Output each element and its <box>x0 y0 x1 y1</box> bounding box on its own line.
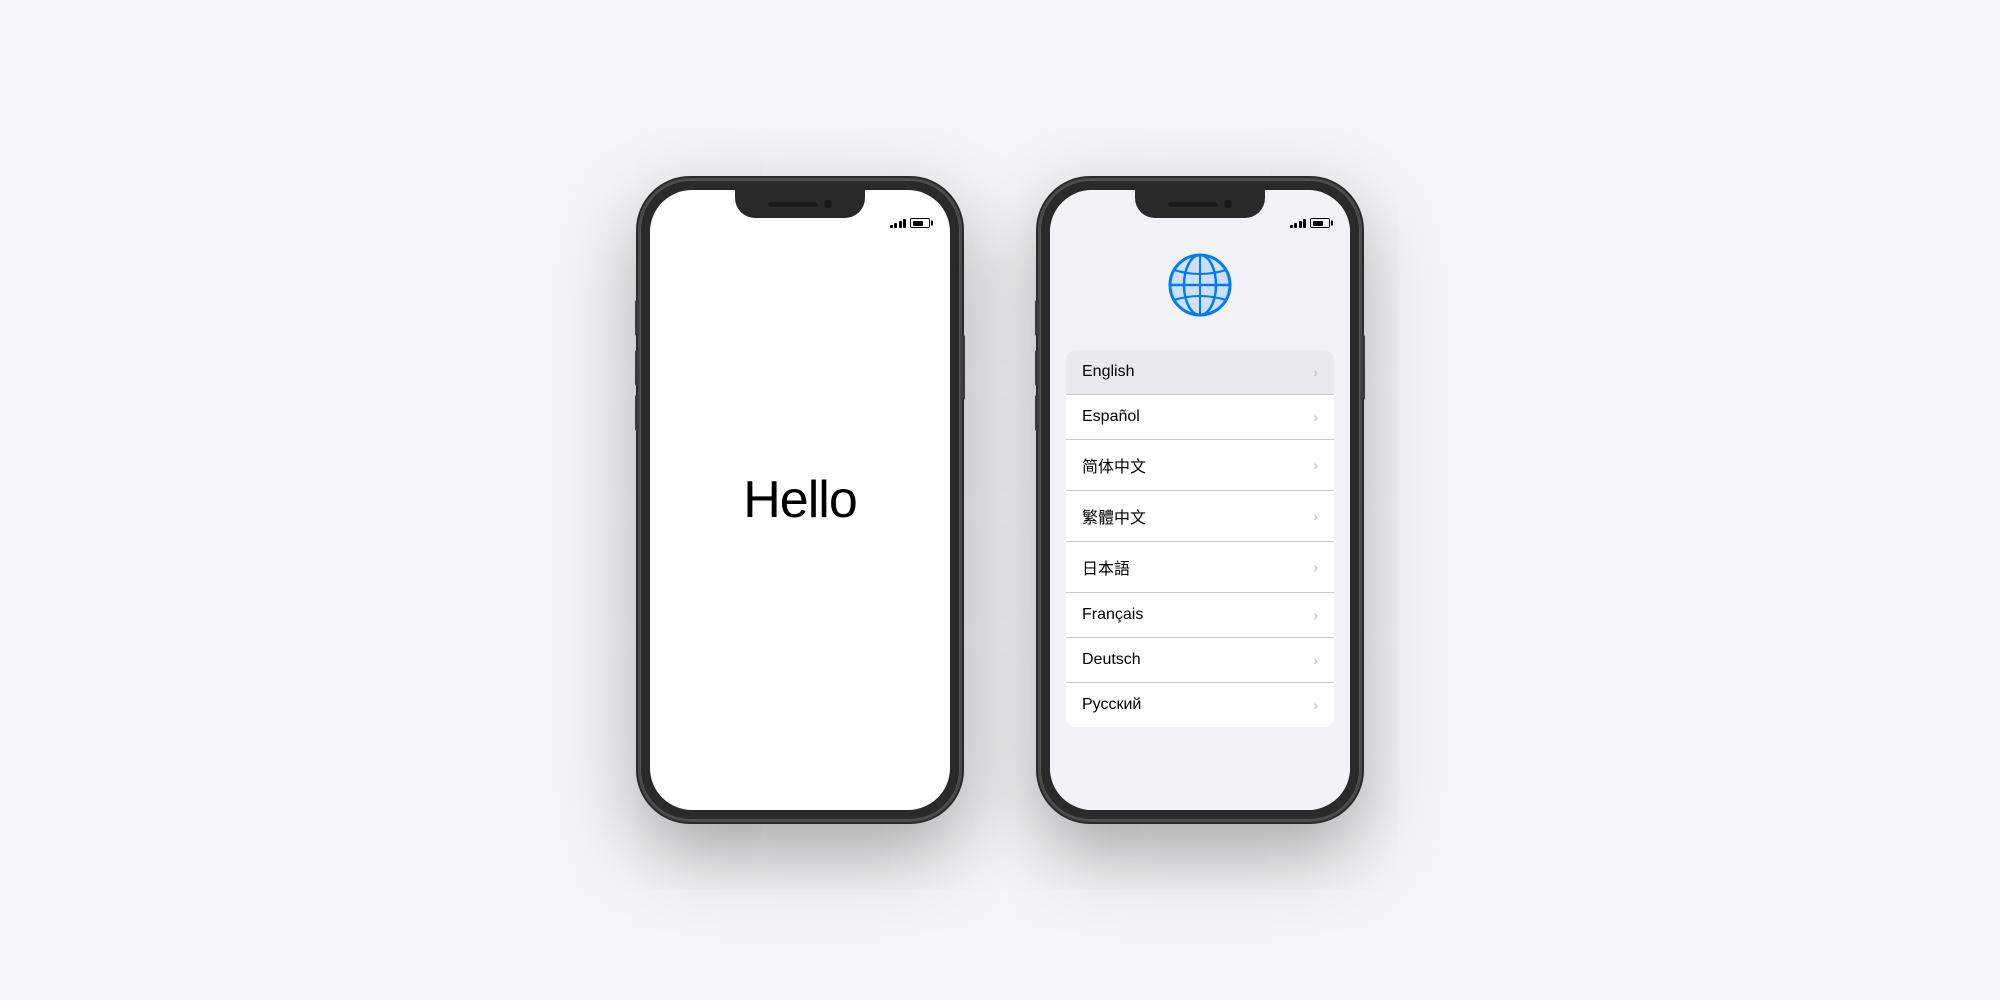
language-list: English›Español›简体中文›繁體中文›日本語›Français›D… <box>1066 350 1334 727</box>
camera-2 <box>1224 200 1232 208</box>
signal-icon-2 <box>1290 219 1307 228</box>
language-label-japanese: 日本語 <box>1082 555 1130 579</box>
phone-hello-screen: Hello <box>650 190 950 810</box>
chevron-icon-french: › <box>1313 607 1318 623</box>
hello-content: Hello <box>650 190 950 810</box>
speaker-2 <box>1168 202 1218 207</box>
language-label-german: Deutsch <box>1082 651 1141 669</box>
language-item-espanol[interactable]: Español › <box>1066 395 1334 440</box>
language-item-traditional-chinese[interactable]: 繁體中文 › <box>1066 491 1334 542</box>
status-icons <box>890 218 931 228</box>
signal-icon <box>890 219 907 228</box>
chevron-icon-japanese: › <box>1313 559 1318 575</box>
camera <box>824 200 832 208</box>
notch <box>735 190 865 218</box>
chevron-icon-russian: › <box>1313 697 1318 713</box>
chevron-icon-english: › <box>1313 364 1318 380</box>
language-label-traditional-chinese: 繁體中文 <box>1082 504 1146 528</box>
language-item-english[interactable]: English › <box>1066 350 1334 395</box>
chevron-icon-german: › <box>1313 652 1318 668</box>
language-label-simplified-chinese: 简体中文 <box>1082 453 1146 477</box>
hello-text: Hello <box>743 470 857 530</box>
notch-2 <box>1135 190 1265 218</box>
language-item-russian[interactable]: Русский › <box>1066 683 1334 727</box>
language-label-russian: Русский <box>1082 696 1141 714</box>
language-item-simplified-chinese[interactable]: 简体中文 › <box>1066 440 1334 491</box>
battery-icon-2 <box>1310 218 1330 228</box>
language-content: English›Español›简体中文›繁體中文›日本語›Français›D… <box>1050 190 1350 810</box>
phone-language-screen: English›Español›简体中文›繁體中文›日本語›Français›D… <box>1050 190 1350 810</box>
speaker <box>768 202 818 207</box>
phone-language: English›Español›简体中文›繁體中文›日本語›Français›D… <box>1040 180 1360 820</box>
globe-icon <box>1165 250 1235 320</box>
chevron-icon-simplified-chinese: › <box>1313 457 1318 473</box>
status-icons-2 <box>1290 218 1331 228</box>
language-item-french[interactable]: Français › <box>1066 593 1334 638</box>
chevron-icon-espanol: › <box>1313 409 1318 425</box>
language-item-german[interactable]: Deutsch › <box>1066 638 1334 683</box>
language-label-espanol: Español <box>1082 408 1140 426</box>
battery-icon <box>910 218 930 228</box>
language-label-french: Français <box>1082 606 1143 624</box>
chevron-icon-traditional-chinese: › <box>1313 508 1318 524</box>
language-label-english: English <box>1082 363 1134 381</box>
phone-hello: Hello <box>640 180 960 820</box>
language-item-japanese[interactable]: 日本語 › <box>1066 542 1334 593</box>
